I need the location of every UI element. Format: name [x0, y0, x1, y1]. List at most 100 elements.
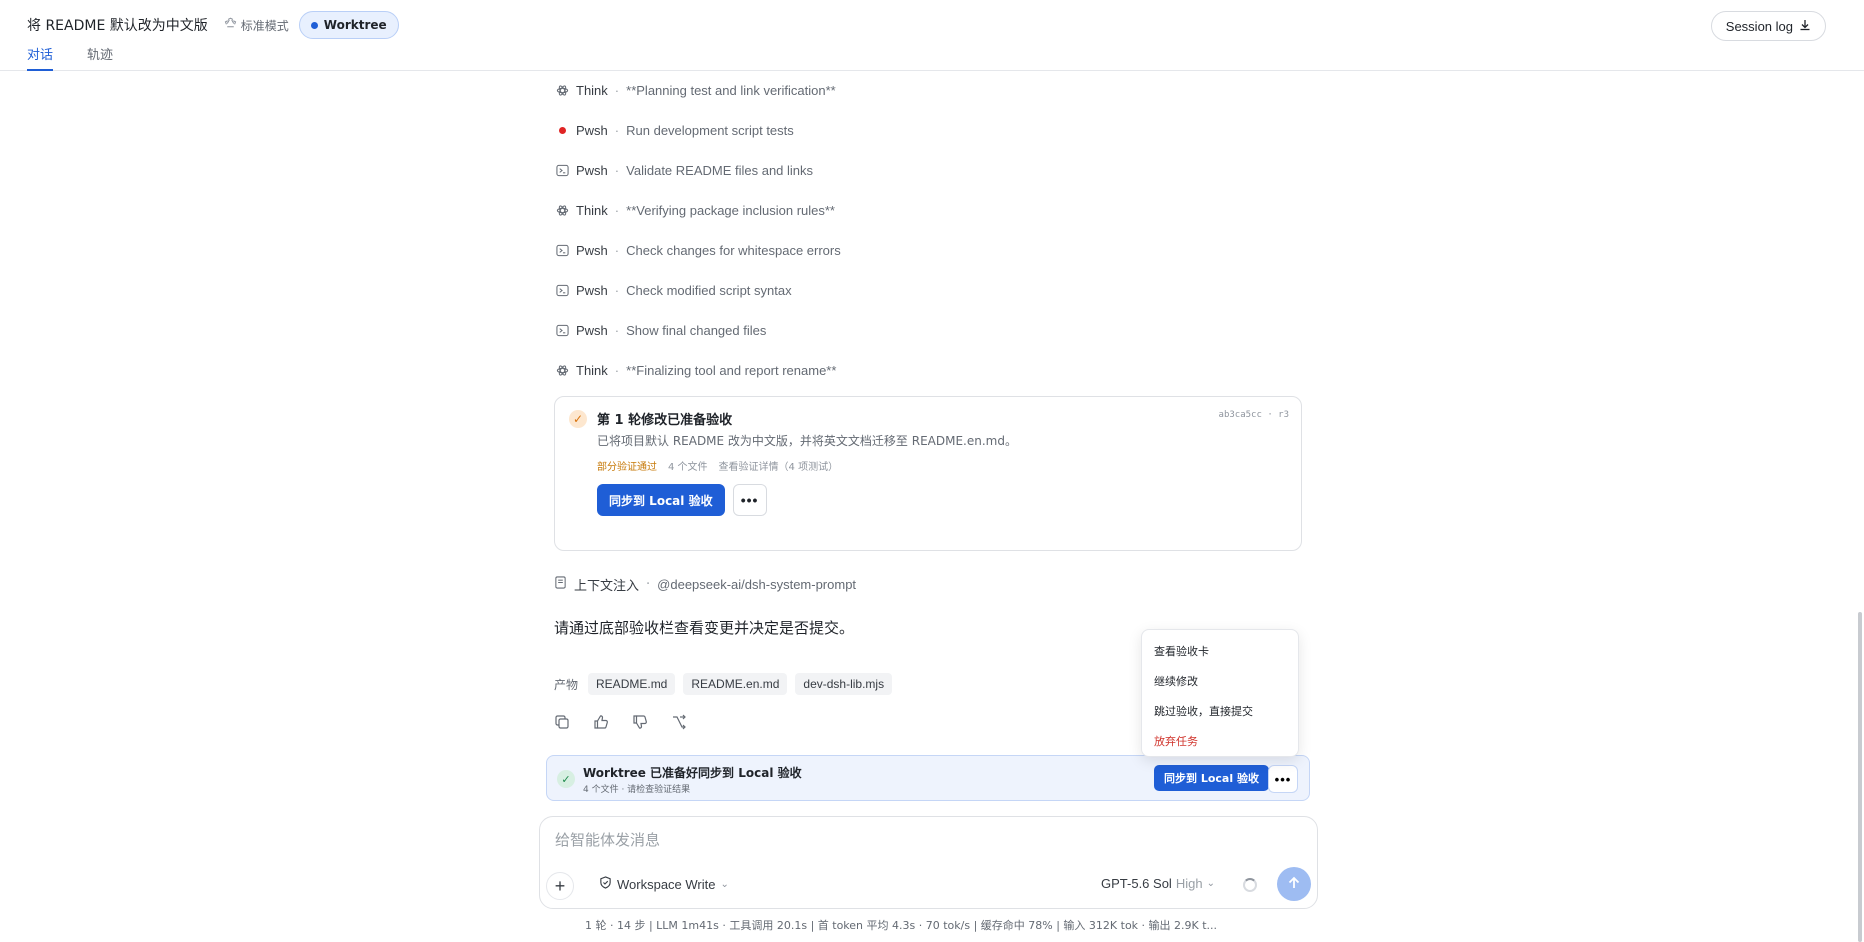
session-log-button[interactable]: Session log [1710, 11, 1826, 41]
top-header: 将 README 默认改为中文版 标准模式 Worktree 对话 轨迹 Ses… [0, 0, 1864, 71]
tool-step[interactable]: Pwsh · Show final changed files [554, 310, 1304, 350]
step-kind: Pwsh [576, 122, 608, 138]
mode-label: 标准模式 [240, 18, 289, 33]
chevron-down-icon: ⌄ [720, 878, 729, 890]
tab-trace[interactable]: 轨迹 [87, 44, 113, 71]
step-kind: Think [576, 362, 608, 378]
tool-step[interactable]: Pwsh · Check changes for whitespace erro… [554, 230, 1304, 270]
artifacts-row: 产物 README.md README.en.md dev-dsh-lib.mj… [554, 673, 893, 695]
shield-icon [599, 876, 612, 892]
worktree-dot-icon [310, 21, 318, 29]
context-label: 上下文注入 [574, 579, 640, 594]
review-card-description: 已将项目默认 README 改为中文版，并将英文文档迁移至 README.en.… [597, 434, 1017, 448]
step-text: Show final changed files [626, 322, 767, 338]
tab-conversation[interactable]: 对话 [27, 44, 54, 71]
step-kind: Pwsh [576, 322, 608, 338]
scrollbar-thumb[interactable] [1858, 612, 1862, 942]
context-injection-row[interactable]: 上下文注入 · @deepseek-ai/dsh-system-prompt [554, 575, 856, 594]
context-separator: · [646, 577, 651, 592]
step-kind: Pwsh [576, 242, 608, 258]
send-button[interactable] [1277, 867, 1311, 901]
step-separator: · [614, 282, 620, 298]
step-separator: · [614, 322, 620, 338]
step-text: Check changes for whitespace errors [626, 242, 841, 258]
think-icon [554, 202, 570, 218]
artifact-chip[interactable]: dev-dsh-lib.mjs [795, 673, 893, 695]
think-icon [554, 362, 570, 378]
step-text: **Verifying package inclusion rules** [626, 202, 835, 218]
tool-step[interactable]: Think · **Planning test and link verific… [554, 70, 1304, 110]
step-separator: · [614, 202, 620, 218]
add-attachment-button[interactable]: + [546, 872, 574, 900]
arrow-up-icon [1286, 875, 1302, 894]
more-options-button[interactable]: ••• [732, 484, 767, 516]
verification-status: 部分验证通过 [597, 462, 657, 473]
review-card-meta: 部分验证通过 4 个文件 查看验证详情（4 项测试） [597, 458, 838, 473]
model-select[interactable]: GPT-5.6 Sol High ⌄ [1101, 876, 1215, 891]
tool-step[interactable]: Pwsh · Validate README files and links [554, 150, 1304, 190]
tool-step[interactable]: Pwsh · Check modified script syntax [554, 270, 1304, 310]
tool-step[interactable]: Think · **Finalizing tool and report ren… [554, 350, 1304, 390]
step-text: **Finalizing tool and report rename** [626, 362, 837, 378]
run-stats: 1 轮 · 14 步 | LLM 1m41s · 工具调用 20.1s | 首 … [585, 919, 1218, 932]
workspace-select[interactable]: Workspace Write ⌄ [599, 876, 729, 892]
step-text: Check modified script syntax [626, 282, 792, 298]
plus-icon: + [554, 875, 566, 896]
title-row: 将 README 默认改为中文版 标准模式 Worktree [27, 11, 399, 39]
worktree-bar-title: Worktree 已准备好同步到 Local 验收 [583, 766, 802, 780]
worktree-label: Worktree [323, 18, 387, 32]
workspace-label: Workspace Write [617, 876, 716, 892]
worktree-ready-bar: ✓ Worktree 已准备好同步到 Local 验收 4 个文件 · 请检查验… [546, 755, 1310, 801]
download-icon [1799, 19, 1811, 34]
terminal-icon [554, 322, 570, 338]
menu-item-continue-edit[interactable]: 继续修改 [1142, 666, 1298, 696]
worktree-actions-menu: 查看验收卡 继续修改 跳过验收，直接提交 放弃任务 [1141, 629, 1299, 757]
message-input[interactable] [555, 831, 1255, 849]
copy-icon[interactable] [554, 714, 570, 730]
loading-spinner-icon [1243, 878, 1257, 892]
session-log-label: Session log [1725, 18, 1793, 34]
model-label: GPT-5.6 Sol [1101, 876, 1172, 891]
message-composer: + Workspace Write ⌄ GPT-5.6 Sol High ⌄ [539, 816, 1318, 909]
thumbs-up-icon[interactable] [593, 714, 609, 730]
tool-steps-list: Think · **Planning test and link verific… [554, 70, 1304, 390]
branch-icon[interactable] [671, 714, 687, 730]
mode-badge[interactable]: 标准模式 [224, 17, 289, 34]
verification-details-link[interactable]: 查看验证详情（4 项测试） [719, 458, 839, 473]
scrollbar[interactable] [1856, 72, 1864, 942]
worktree-bar-subtitle: 4 个文件 · 请检查验证结果 [583, 785, 691, 795]
worktree-badge[interactable]: Worktree [298, 11, 399, 39]
context-value: @deepseek-ai/dsh-system-prompt [657, 577, 857, 592]
running-dot-icon [554, 122, 570, 138]
step-kind: Pwsh [576, 162, 608, 178]
check-circle-icon: ✓ [557, 770, 575, 788]
recycle-icon [224, 17, 237, 33]
artifact-chip[interactable]: README.en.md [683, 673, 788, 695]
worktree-sync-button[interactable]: 同步到 Local 验收 [1154, 765, 1269, 791]
tool-step[interactable]: Think · **Verifying package inclusion ru… [554, 190, 1304, 230]
tool-step[interactable]: Pwsh · Run development script tests [554, 110, 1304, 150]
document-icon [554, 576, 574, 593]
menu-item-skip-and-commit[interactable]: 跳过验收，直接提交 [1142, 696, 1298, 726]
artifact-chip[interactable]: README.md [588, 673, 676, 695]
step-separator: · [614, 122, 620, 138]
step-text: Run development script tests [626, 122, 794, 138]
menu-item-view-card[interactable]: 查看验收卡 [1142, 636, 1298, 666]
review-card-title: 第 1 轮修改已准备验收 [597, 413, 733, 428]
terminal-icon [554, 162, 570, 178]
step-separator: · [614, 242, 620, 258]
step-kind: Pwsh [576, 282, 608, 298]
review-card-hash: ab3ca5cc · r3 [1218, 410, 1289, 420]
step-separator: · [614, 162, 620, 178]
chevron-down-icon: ⌄ [1206, 878, 1215, 889]
thumbs-down-icon[interactable] [632, 714, 648, 730]
worktree-more-button[interactable]: ••• [1268, 765, 1298, 793]
step-separator: · [614, 362, 620, 378]
conversation-tabs: 对话 轨迹 [27, 44, 113, 71]
sync-local-button[interactable]: 同步到 Local 验收 [597, 484, 725, 516]
think-icon [554, 82, 570, 98]
terminal-icon [554, 282, 570, 298]
terminal-icon [554, 242, 570, 258]
assistant-message: 请通过底部验收栏查看变更并决定是否提交。 [554, 619, 855, 637]
menu-item-abandon-task[interactable]: 放弃任务 [1142, 726, 1298, 756]
